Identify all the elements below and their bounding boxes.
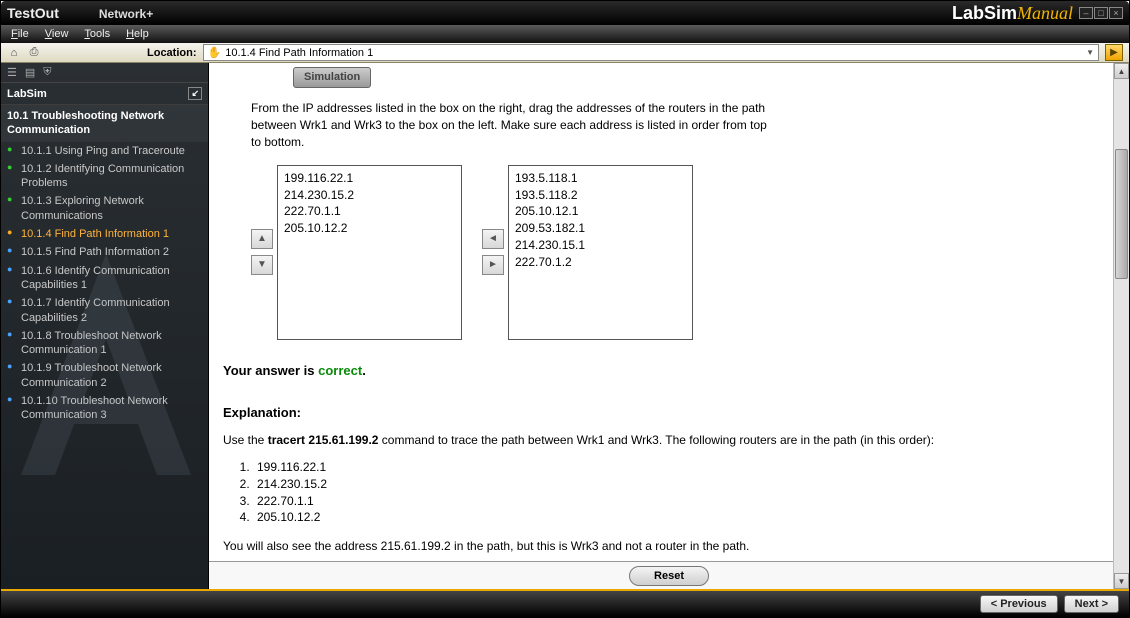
sidebar-item-label: 10.1.1 Using Ping and Traceroute [21,144,185,158]
sidebar-item-label: 10.1.2 Identifying Communication Problem… [21,162,202,191]
list-item[interactable]: 214.230.15.1 [515,237,686,254]
sidebar-item-label: 10.1.10 Troubleshoot Network Communicati… [21,394,202,423]
sidebar-item[interactable]: ● 10.1.6 Identify Communication Capabilit… [1,262,208,295]
course-label: Network+ [99,7,153,21]
maximize-button[interactable]: □ [1094,7,1108,19]
sidebar-item[interactable]: ● 10.1.2 Identifying Communication Proble… [1,160,208,193]
arrow-right-icon: ▶ [1110,47,1118,58]
list-item[interactable]: 214.230.15.2 [284,187,455,204]
source-list-box[interactable]: 193.5.118.1193.5.118.2205.10.12.1209.53.… [508,165,693,340]
sidebar-title: LabSim ↙ [1,83,208,105]
instructions-text: From the IP addresses listed in the box … [251,100,771,150]
list-item[interactable]: 193.5.118.1 [515,170,686,187]
list-icon[interactable]: ▤ [25,66,35,79]
list-item[interactable]: 199.116.22.1 [284,170,455,187]
list-item[interactable]: 222.70.1.2 [515,254,686,271]
sidebar-item-label: 10.1.8 Troubleshoot Network Communicatio… [21,329,202,358]
bottom-button-bar: Reset [209,561,1129,589]
dropdown-icon[interactable]: ▼ [1086,48,1094,57]
list-item: 222.70.1.1 [253,493,1099,510]
list-item: 199.116.22.1 [253,459,1099,476]
list-item[interactable]: 193.5.118.2 [515,187,686,204]
answer-feedback: Your answer is correct. [223,362,1099,380]
footer-bar: < Previous Next > [1,589,1129,617]
explanation-heading: Explanation: [223,404,1099,422]
menu-file[interactable]: File [11,28,29,40]
collapse-icon[interactable]: ☰ [7,66,17,79]
sidebar-item-label: 10.1.7 Identify Communication Capabiliti… [21,296,202,325]
bullet-icon: ● [7,194,17,206]
previous-button[interactable]: < Previous [980,595,1058,613]
answer-list-box[interactable]: 199.116.22.1214.230.15.2222.70.1.1205.10… [277,165,462,340]
sidebar-item[interactable]: ● 10.1.7 Identify Communication Capabilit… [1,294,208,327]
bullet-icon: ● [7,296,17,308]
list-item[interactable]: 205.10.12.2 [284,220,455,237]
menu-tools[interactable]: Tools [84,28,110,40]
sidebar-section: 10.1 Troubleshooting Network Communicati… [1,105,208,142]
bullet-icon: ● [7,394,17,406]
list-item: 214.230.15.2 [253,476,1099,493]
title-bar: TestOut Network+ LabSimManual – □ × [1,1,1129,25]
home-icon[interactable]: ⌂ [7,46,21,60]
sidebar-item-label: 10.1.3 Exploring Network Communications [21,194,202,223]
bullet-icon: ● [7,329,17,341]
list-item[interactable]: 205.10.12.1 [515,203,686,220]
simulation-button[interactable]: Simulation [293,67,371,88]
scroll-track[interactable] [1114,79,1129,573]
brand-label: TestOut [7,5,59,21]
location-value: 10.1.4 Find Path Information 1 [225,47,373,59]
sidebar-item[interactable]: ● 10.1.10 Troubleshoot Network Communicat… [1,392,208,425]
location-label: Location: [147,47,197,59]
collapse-panel-icon[interactable]: ↙ [188,87,202,100]
location-field[interactable]: ✋ 10.1.4 Find Path Information 1 ▼ [203,44,1100,61]
scroll-down-button[interactable]: ▼ [1114,573,1129,589]
bullet-icon: ● [7,162,17,174]
toolbar: ⌂ ⎙ Location: ✋ 10.1.4 Find Path Informa… [1,43,1129,63]
sidebar-item[interactable]: ● 10.1.5 Find Path Information 2 [1,243,208,261]
print-icon[interactable]: ⎙ [27,46,41,60]
list-item: 205.10.12.2 [253,509,1099,526]
explanation-line-1: Use the tracert 215.61.199.2 command to … [223,432,1099,449]
list-item[interactable]: 209.53.182.1 [515,220,686,237]
sidebar-item-label: 10.1.5 Find Path Information 2 [21,245,169,259]
go-button[interactable]: ▶ [1105,44,1123,61]
shield-icon[interactable]: ⛨ [43,66,51,79]
scroll-up-button[interactable]: ▲ [1114,63,1129,79]
reset-button[interactable]: Reset [629,566,709,586]
move-left-button[interactable]: ◄ [482,229,504,249]
move-right-button[interactable]: ► [482,255,504,275]
bullet-icon: ● [7,245,17,257]
bullet-icon: ● [7,227,17,239]
list-item[interactable]: 222.70.1.1 [284,203,455,220]
content-area: Simulation From the IP addresses listed … [209,63,1129,561]
menu-view[interactable]: View [45,28,69,40]
explanation-line-2: You will also see the address 215.61.199… [223,538,1099,555]
router-order-list: 199.116.22.1214.230.15.2222.70.1.1205.10… [253,459,1099,526]
labsim-logo: LabSimManual [952,3,1073,24]
bullet-icon: ● [7,264,17,276]
bullet-icon: ● [7,144,17,156]
move-up-button[interactable]: ▲ [251,229,273,249]
move-down-button[interactable]: ▼ [251,255,273,275]
window-controls: – □ × [1079,7,1123,19]
bullet-icon: ● [7,361,17,373]
hand-icon: ✋ [208,46,222,59]
menu-bar: File View Tools Help [1,25,1129,43]
sidebar-toolbar: ☰ ▤ ⛨ [1,63,208,83]
sidebar-item-label: 10.1.4 Find Path Information 1 [21,227,169,241]
sidebar-item-label: 10.1.6 Identify Communication Capabiliti… [21,264,202,293]
sidebar: ☰ ▤ ⛨ LabSim ↙ 10.1 Troubleshooting Netw… [1,63,209,589]
sidebar-item[interactable]: ● 10.1.1 Using Ping and Traceroute [1,142,208,160]
sidebar-item[interactable]: ● 10.1.8 Troubleshoot Network Communicati… [1,327,208,360]
close-button[interactable]: × [1109,7,1123,19]
next-button[interactable]: Next > [1064,595,1119,613]
minimize-button[interactable]: – [1079,7,1093,19]
scrollbar[interactable]: ▲ ▼ [1113,63,1129,589]
sidebar-item[interactable]: ● 10.1.3 Exploring Network Communications [1,192,208,225]
menu-help[interactable]: Help [126,28,149,40]
scroll-thumb[interactable] [1115,149,1128,279]
sidebar-item-label: 10.1.9 Troubleshoot Network Communicatio… [21,361,202,390]
sidebar-item[interactable]: ● 10.1.9 Troubleshoot Network Communicati… [1,359,208,392]
sidebar-item[interactable]: ● 10.1.4 Find Path Information 1 [1,225,208,243]
